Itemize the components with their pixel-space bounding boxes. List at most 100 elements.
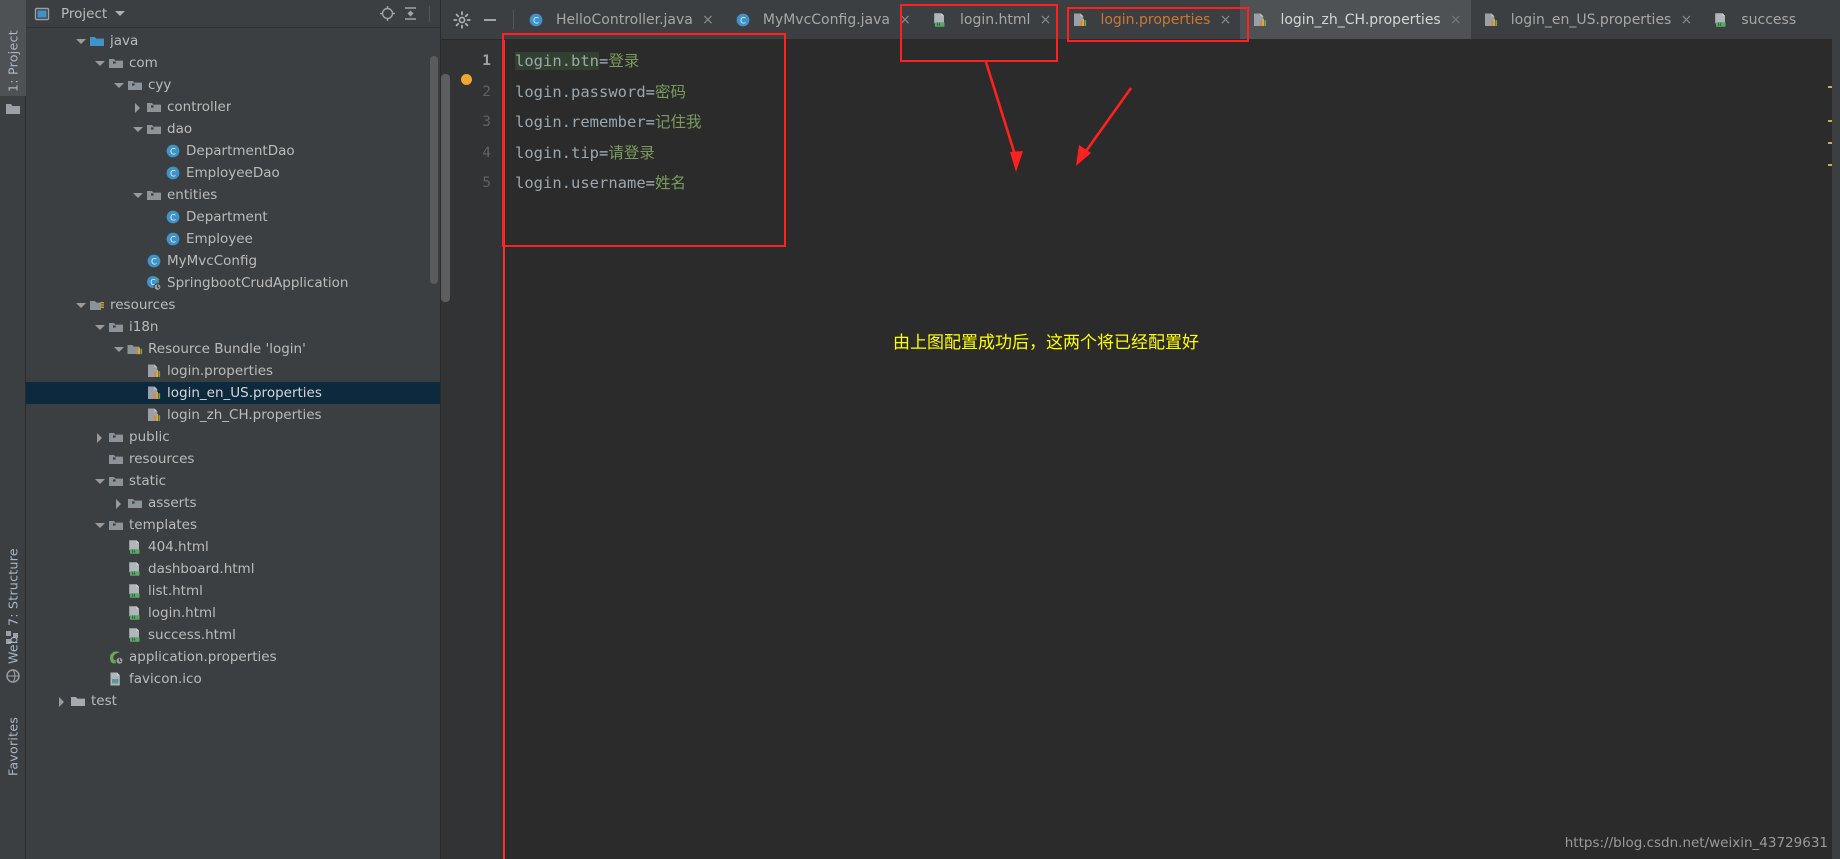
- locate-icon[interactable]: [379, 5, 396, 22]
- tree-row[interactable]: templates: [26, 514, 440, 536]
- minimize-icon[interactable]: [481, 11, 499, 29]
- tree-row[interactable]: login_en_US.properties: [26, 382, 440, 404]
- close-icon[interactable]: ×: [899, 13, 911, 27]
- tree-row[interactable]: application.properties: [26, 646, 440, 668]
- tree-row[interactable]: static: [26, 470, 440, 492]
- editor-tab[interactable]: Hsuccess: [1701, 0, 1806, 39]
- tree-row[interactable]: Hdashboard.html: [26, 558, 440, 580]
- editor-tabs[interactable]: C HelloController.java × C MyMvcConfig.java ×…: [516, 0, 1840, 39]
- tree-row[interactable]: Hlist.html: [26, 580, 440, 602]
- tree-row-label: login_en_US.properties: [167, 385, 322, 401]
- close-icon[interactable]: ×: [1450, 13, 1462, 27]
- editor-gutter-scrollbar[interactable]: [441, 74, 450, 302]
- tree-row[interactable]: Hsuccess.html: [26, 624, 440, 646]
- tool-tab-web[interactable]: Web: [0, 610, 26, 668]
- code-line[interactable]: login.username=姓名: [503, 168, 1840, 199]
- code-content[interactable]: login.btn=登录 login.password=密码 login.remem…: [503, 40, 1840, 859]
- twisty-down-icon[interactable]: [74, 298, 88, 312]
- class-icon: C: [165, 165, 181, 181]
- close-icon[interactable]: ×: [702, 13, 714, 27]
- tree-row[interactable]: i18n: [26, 316, 440, 338]
- property-separator: =: [599, 143, 609, 162]
- tree-row[interactable]: public: [26, 426, 440, 448]
- twisty-right-icon[interactable]: [112, 496, 126, 510]
- tree-row[interactable]: H 404.html: [26, 536, 440, 558]
- project-tree-scrollbar[interactable]: [430, 56, 438, 284]
- code-line[interactable]: login.btn=登录: [503, 46, 1840, 77]
- editor-tab[interactable]: C MyMvcConfig.java ×: [722, 0, 920, 39]
- html-icon: H: [127, 561, 143, 577]
- close-icon[interactable]: ×: [1219, 13, 1232, 27]
- twisty-down-icon[interactable]: [93, 320, 107, 334]
- code-line[interactable]: login.tip=请登录: [503, 138, 1840, 169]
- line-number: 3: [482, 114, 491, 130]
- twisty-down-icon[interactable]: [112, 342, 126, 356]
- project-tree[interactable]: java com cyy controller dao C DepartmentDao C Em…: [26, 28, 440, 859]
- tree-row[interactable]: test: [26, 690, 440, 712]
- tree-row[interactable]: dao: [26, 118, 440, 140]
- twisty-down-icon[interactable]: [131, 122, 145, 136]
- editor-tab[interactable]: login_en_US.properties ×: [1470, 0, 1702, 39]
- twisty-right-icon[interactable]: [93, 430, 107, 444]
- chevron-down-icon[interactable]: [115, 11, 126, 16]
- twisty-down-icon[interactable]: [93, 474, 107, 488]
- tree-row[interactable]: entities: [26, 184, 440, 206]
- tree-row[interactable]: controller: [26, 96, 440, 118]
- property-separator: =: [645, 174, 655, 192]
- code-line[interactable]: login.password=密码: [503, 77, 1840, 108]
- project-window-icon: [34, 6, 50, 22]
- tree-row[interactable]: login.properties: [26, 360, 440, 382]
- package-icon: [108, 451, 124, 467]
- editor-tab[interactable]: login_zh_CH.properties ×: [1240, 0, 1471, 39]
- property-value: 密码: [655, 82, 687, 101]
- twisty-down-icon[interactable]: [93, 518, 107, 532]
- tree-row[interactable]: C EmployeeDao: [26, 162, 440, 184]
- tool-tab-project[interactable]: 1: Project: [0, 0, 26, 96]
- close-icon[interactable]: ×: [1680, 13, 1692, 27]
- tool-tab-favorites-label: Favorites: [5, 716, 21, 776]
- tree-row-label: application.properties: [129, 649, 277, 665]
- line-number: 4: [482, 144, 491, 161]
- tree-row[interactable]: C MyMvcConfig: [26, 250, 440, 272]
- tree-row[interactable]: C SpringbootCrudApplication: [26, 272, 440, 294]
- gear-icon[interactable]: [453, 10, 471, 29]
- code-line[interactable]: login.remember=记住我: [503, 107, 1840, 138]
- collapse-all-icon[interactable]: [402, 5, 419, 22]
- twisty-down-icon[interactable]: [74, 34, 88, 48]
- tree-row[interactable]: favicon.ico: [26, 668, 440, 690]
- line-number: 2: [482, 83, 491, 100]
- tree-row[interactable]: Resource Bundle 'login': [26, 338, 440, 360]
- idea-window: 1: Project 7: Structure Web Favorites Pr…: [0, 0, 1840, 859]
- tree-row-label: test: [91, 693, 117, 709]
- editor-tab[interactable]: C HelloController.java ×: [516, 0, 723, 39]
- twisty-right-icon[interactable]: [55, 694, 69, 708]
- editor-tab[interactable]: Hlogin.html ×: [920, 0, 1061, 39]
- tree-row[interactable]: login_zh_CH.properties: [26, 404, 440, 426]
- editor-tab[interactable]: login.properties ×: [1060, 0, 1241, 39]
- lightbulb-icon[interactable]: [461, 74, 472, 85]
- close-icon[interactable]: ×: [1039, 13, 1052, 27]
- tree-row[interactable]: asserts: [26, 492, 440, 514]
- tree-row[interactable]: resources: [26, 448, 440, 470]
- twisty-down-icon[interactable]: [112, 78, 126, 92]
- tool-tab-favorites[interactable]: Favorites: [0, 690, 26, 780]
- tree-row[interactable]: com: [26, 52, 440, 74]
- tree-row[interactable]: C DepartmentDao: [26, 140, 440, 162]
- tree-row[interactable]: resources: [26, 294, 440, 316]
- tree-row[interactable]: Hlogin.html: [26, 602, 440, 624]
- tree-row[interactable]: C Employee: [26, 228, 440, 250]
- tree-row[interactable]: java: [26, 30, 440, 52]
- twisty-down-icon[interactable]: [131, 188, 145, 202]
- editor-gutter[interactable]: 1 2 3 4 5: [441, 40, 503, 859]
- twisty-down-icon[interactable]: [93, 56, 107, 70]
- tree-row[interactable]: C Department: [26, 206, 440, 228]
- twisty-right-icon[interactable]: [131, 100, 145, 114]
- html-icon: H: [127, 539, 143, 555]
- class-icon: C: [165, 231, 181, 247]
- resources-folder-icon: [89, 297, 105, 313]
- project-tool-window: Project java com cyy controller dao C Departme…: [26, 0, 441, 859]
- tree-row[interactable]: cyy: [26, 74, 440, 96]
